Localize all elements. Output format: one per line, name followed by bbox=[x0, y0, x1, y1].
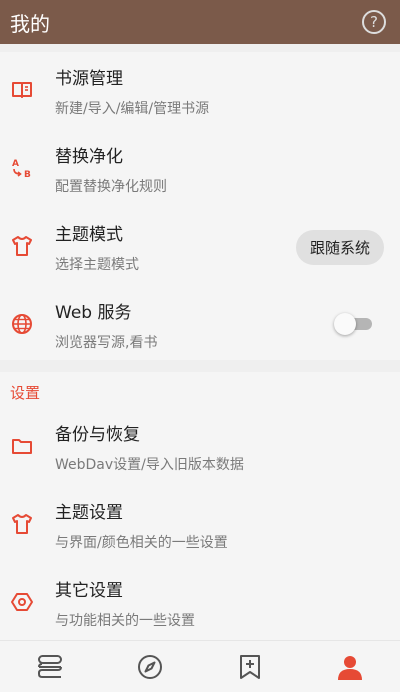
compass-icon bbox=[138, 654, 162, 679]
toggle-thumb bbox=[334, 313, 356, 335]
menu-item-subtitle: WebDav设置/导入旧版本数据 bbox=[55, 457, 244, 473]
menu-item-title: Web 服务 bbox=[55, 303, 132, 323]
bookshelf-icon bbox=[38, 654, 62, 678]
book-open-icon bbox=[12, 82, 32, 98]
menu-item-subtitle: 配置替换净化规则 bbox=[55, 179, 167, 195]
menu-item-theme-settings[interactable]: 主题设置 与界面/颜色相关的一些设置 bbox=[0, 486, 400, 564]
main-menu-section: 书源管理 新建/导入/编辑/管理书源 A B 替换净化 配置替换净化规则 主题模… bbox=[0, 52, 400, 360]
settings-section: 设置 备份与恢复 WebDav设置/导入旧版本数据 主题设置 与界面/颜色相关的… bbox=[0, 372, 400, 640]
tshirt-icon bbox=[12, 236, 32, 256]
tshirt-icon bbox=[12, 514, 32, 534]
page-title: 我的 bbox=[10, 11, 50, 36]
menu-item-title: 书源管理 bbox=[55, 69, 123, 89]
bookshelf-tab[interactable] bbox=[0, 641, 100, 692]
menu-item-replace[interactable]: A B 替换净化 配置替换净化规则 bbox=[0, 130, 400, 208]
menu-item-title: 备份与恢复 bbox=[55, 425, 140, 445]
svg-text:B: B bbox=[24, 170, 31, 180]
menu-item-web-service[interactable]: Web 服务 浏览器写源,看书 bbox=[0, 286, 400, 364]
my-tab[interactable] bbox=[300, 641, 400, 692]
settings-header: 设置 bbox=[10, 384, 41, 402]
web-service-toggle[interactable] bbox=[334, 313, 372, 335]
globe-icon bbox=[12, 314, 32, 334]
bottom-navigation bbox=[0, 640, 400, 692]
menu-item-title: 其它设置 bbox=[55, 581, 123, 601]
menu-item-theme-mode[interactable]: 主题模式 选择主题模式 跟随系统 bbox=[0, 208, 400, 286]
menu-item-subtitle: 与界面/颜色相关的一些设置 bbox=[55, 535, 228, 551]
menu-item-subtitle: 浏览器写源,看书 bbox=[55, 335, 158, 351]
menu-item-subtitle: 与功能相关的一些设置 bbox=[55, 613, 195, 629]
folder-icon bbox=[12, 439, 32, 454]
app-bar: 我的 ? bbox=[0, 0, 400, 44]
menu-item-backup[interactable]: 备份与恢复 WebDav设置/导入旧版本数据 bbox=[0, 408, 400, 486]
menu-item-book-source[interactable]: 书源管理 新建/导入/编辑/管理书源 bbox=[0, 52, 400, 130]
menu-item-title: 主题设置 bbox=[55, 503, 123, 523]
menu-item-other-settings[interactable]: 其它设置 与功能相关的一些设置 bbox=[0, 564, 400, 640]
theme-mode-value-chip[interactable]: 跟随系统 bbox=[295, 230, 384, 265]
menu-item-subtitle: 新建/导入/编辑/管理书源 bbox=[55, 101, 210, 117]
rss-tab[interactable] bbox=[200, 641, 300, 692]
bookmark-add-icon bbox=[240, 654, 260, 679]
person-icon bbox=[338, 655, 362, 680]
svg-text:A: A bbox=[12, 159, 19, 169]
menu-item-subtitle: 选择主题模式 bbox=[55, 257, 139, 273]
menu-item-title: 主题模式 bbox=[55, 225, 123, 245]
replace-ab-icon: A B bbox=[12, 159, 31, 180]
menu-item-title: 替换净化 bbox=[55, 147, 123, 167]
explore-tab[interactable] bbox=[100, 641, 200, 692]
hexagon-settings-icon bbox=[11, 593, 33, 611]
help-icon[interactable]: ? bbox=[362, 10, 386, 34]
